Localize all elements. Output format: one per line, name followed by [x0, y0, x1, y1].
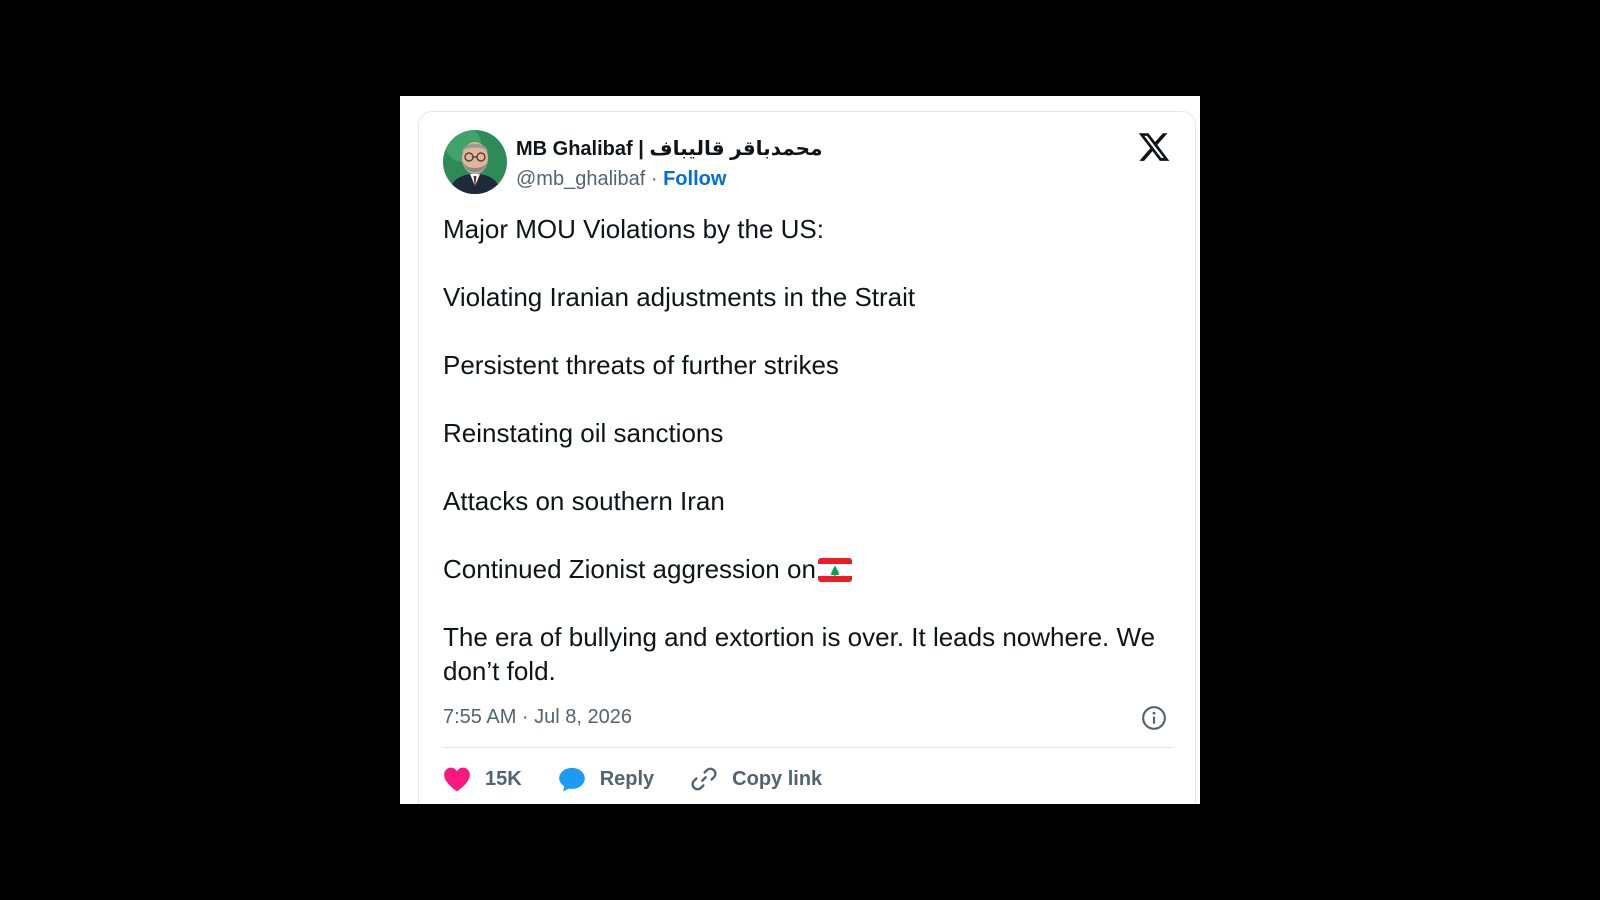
- tweet-paragraph: Reinstating oil sanctions: [443, 418, 724, 448]
- heart-icon: [444, 767, 470, 792]
- tweet-actions: 15K Reply Copy link: [443, 762, 858, 796]
- author-handle[interactable]: @mb_ghalibaf: [516, 168, 645, 190]
- tweet-text: Major MOU Violations by the US: Violatin…: [443, 212, 1183, 688]
- reply-label: Reply: [599, 767, 655, 790]
- tweet-paragraph: Continued Zionist aggression on: [443, 554, 816, 584]
- reply-button[interactable]: Reply: [558, 766, 654, 792]
- tweet-paragraph: Violating Iranian adjustments in the Str…: [443, 282, 916, 312]
- like-count: 15K: [485, 767, 522, 790]
- author-avatar[interactable]: [443, 130, 507, 194]
- link-icon: [691, 767, 717, 791]
- lebanon-flag-icon: [817, 558, 852, 582]
- follow-button[interactable]: Follow: [663, 168, 726, 190]
- copy-link-button[interactable]: Copy link: [690, 765, 822, 793]
- tweet-paragraph: Major MOU Violations by the US:: [443, 214, 824, 244]
- avatar-photo-icon: [443, 130, 507, 194]
- screenshot-frame: MB Ghalibaf | محمدباقر قالیباف @mb_ghali…: [400, 96, 1200, 804]
- tweet-paragraph: The era of bullying and extortion is ove…: [443, 622, 1156, 686]
- author-meta: @mb_ghalibaf · Follow: [516, 168, 726, 191]
- meta-separator: ·: [650, 168, 658, 190]
- tweet-paragraph: Attacks on southern Iran: [443, 486, 725, 516]
- reply-bubble-icon: [558, 767, 585, 792]
- tweet-timestamp[interactable]: 7:55 AM · Jul 8, 2026: [443, 706, 632, 729]
- tweet-paragraph-with-flag: Continued Zionist aggression on: [443, 552, 1183, 586]
- tweet-paragraph: Persistent threats of further strikes: [443, 350, 839, 380]
- tweet-card: MB Ghalibaf | محمدباقر قالیباف @mb_ghali…: [418, 111, 1196, 804]
- copy-link-label: Copy link: [732, 767, 823, 790]
- author-name[interactable]: MB Ghalibaf | محمدباقر قالیباف: [516, 136, 822, 161]
- info-icon[interactable]: [1141, 705, 1167, 731]
- like-button[interactable]: 15K: [443, 766, 522, 792]
- x-logo-icon[interactable]: [1137, 130, 1171, 164]
- actions-divider: [443, 747, 1173, 748]
